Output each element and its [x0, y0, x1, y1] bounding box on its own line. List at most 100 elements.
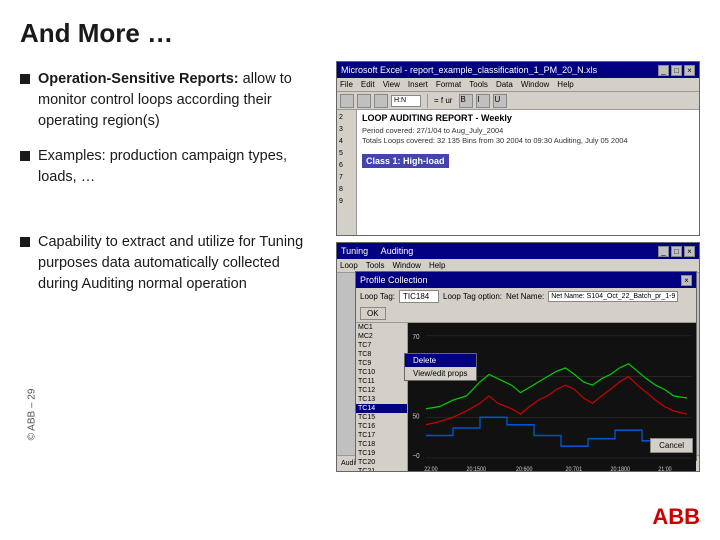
toolbar-btn-3[interactable] — [374, 94, 388, 108]
sidebar-tc7[interactable]: TC7 — [356, 341, 407, 350]
ok-button[interactable]: OK — [360, 307, 386, 320]
profile-collection-dialog: Profile Collection × Loop Tag: TIC184 Lo… — [355, 271, 697, 461]
svg-text:22:00: 22:00 — [424, 467, 438, 472]
cell-ref[interactable]: H:N — [391, 95, 421, 107]
context-menu-delete[interactable]: Delete — [405, 354, 476, 367]
bullet-item-2: Examples: production campaign types, loa… — [20, 146, 320, 188]
cancel-btn-area: Cancel — [650, 435, 693, 453]
inner-main-area: Delete View/edit props MC1 MC2 TC7 TC8 T… — [356, 323, 696, 472]
sidebar-tc8[interactable]: TC8 — [356, 350, 407, 359]
sidebar-tc20[interactable]: TC20 — [356, 458, 407, 467]
cancel-button[interactable]: Cancel — [650, 438, 693, 453]
sidebar-tc19[interactable]: TC19 — [356, 449, 407, 458]
sidebar-tc18[interactable]: TC18 — [356, 440, 407, 449]
menu-file[interactable]: File — [340, 80, 353, 89]
svg-text:70: 70 — [413, 334, 420, 342]
toolbar-formula: = f ur — [434, 96, 452, 105]
bottom-win-title: Tuning Auditing — [341, 246, 656, 256]
svg-text:21:00: 21:00 — [658, 467, 672, 472]
sidebar-tc12[interactable]: TC12 — [356, 386, 407, 395]
menu-view[interactable]: View — [383, 80, 400, 89]
sidebar-tc17[interactable]: TC17 — [356, 431, 407, 440]
abb-logo: ABB — [652, 504, 700, 530]
slide-container: And More … Operation-Sensitive Reports: … — [0, 0, 720, 540]
bottom-menu-loop[interactable]: Loop — [340, 261, 358, 270]
toolbar-btn-bold[interactable]: B — [459, 94, 473, 108]
sidebar-tc14-selected[interactable]: TC14 — [356, 404, 407, 413]
menu-format[interactable]: Format — [436, 80, 461, 89]
toolbar-btn-underline[interactable]: U — [493, 94, 507, 108]
sidebar-tc16[interactable]: TC16 — [356, 422, 407, 431]
slide-title: And More … — [20, 18, 700, 53]
bullet-item-3: Capability to extract and utilize for Tu… — [20, 232, 320, 295]
svg-text:20:701: 20:701 — [566, 467, 582, 472]
bottom-win-titlebar: Tuning Auditing _ □ × — [337, 243, 699, 259]
sidebar-tc13[interactable]: TC13 — [356, 395, 407, 404]
menu-edit[interactable]: Edit — [361, 80, 375, 89]
menu-help[interactable]: Help — [557, 80, 573, 89]
bottom-menu-tools[interactable]: Tools — [366, 261, 385, 270]
context-menu-viewprops[interactable]: View/edit props — [405, 367, 476, 380]
svg-text:20:1500: 20:1500 — [467, 467, 487, 472]
sidebar-tc15[interactable]: TC15 — [356, 413, 407, 422]
menu-tools[interactable]: Tools — [469, 80, 488, 89]
context-menu: Delete View/edit props — [404, 353, 477, 381]
top-win-titlebar: Microsoft Excel - report_example_classif… — [337, 62, 699, 78]
menu-window[interactable]: Window — [521, 80, 549, 89]
bullet-square-1 — [20, 74, 30, 84]
left-content: Operation-Sensitive Reports: allow to mo… — [20, 69, 320, 472]
sidebar-tc10[interactable]: TC10 — [356, 368, 407, 377]
bottom-win-maximize[interactable]: □ — [671, 246, 682, 257]
bullet-text-2: Examples: production campaign types, loa… — [38, 146, 320, 188]
content-area: Operation-Sensitive Reports: allow to mo… — [20, 69, 700, 472]
bottom-win-close[interactable]: × — [684, 246, 695, 257]
top-win-title: Microsoft Excel - report_example_classif… — [341, 65, 656, 75]
row-numbers: 2 3 4 5 6 7 8 9 — [337, 110, 357, 235]
bullet-text-3: Capability to extract and utilize for Tu… — [38, 232, 320, 295]
right-content: Microsoft Excel - report_example_classif… — [336, 61, 700, 472]
net-name-field[interactable]: Net Name: S104_Oct_22_Batch_pr_1-9 — [548, 291, 678, 302]
svg-text:~0: ~0 — [413, 453, 420, 461]
menu-insert[interactable]: Insert — [408, 80, 428, 89]
menu-data[interactable]: Data — [496, 80, 513, 89]
report-line-1: Period covered: 27/1/04 to Aug_July_2004 — [362, 126, 694, 136]
sidebar-mc2[interactable]: MC2 — [356, 332, 407, 341]
loop-sidebar: MC1 MC2 TC7 TC8 TC9 TC10 TC11 TC12 TC13 … — [356, 323, 408, 472]
bullet-square-2 — [20, 151, 30, 161]
bullet-text-1: Operation-Sensitive Reports: allow to mo… — [38, 69, 320, 132]
sidebar-tc11[interactable]: TC11 — [356, 377, 407, 386]
sidebar-tc9[interactable]: TC9 — [356, 359, 407, 368]
svg-text:20:600: 20:600 — [516, 467, 533, 472]
inner-win-close[interactable]: × — [681, 275, 692, 286]
bullet-square-3 — [20, 237, 30, 247]
bottom-menu-help[interactable]: Help — [429, 261, 445, 270]
screenshot-bottom: Tuning Auditing _ □ × Loop Tools Window … — [336, 242, 700, 472]
loop-tag-label: Loop Tag: — [360, 292, 395, 301]
toolbar-btn-2[interactable] — [357, 94, 371, 108]
net-name-label: Net Name: — [506, 292, 544, 301]
loop-option-label: Loop Tag option: — [443, 292, 502, 301]
chart-line-blue — [426, 417, 687, 446]
toolbar-btn-italic[interactable]: I — [476, 94, 490, 108]
bullet-bold-1: Operation-Sensitive Reports: — [38, 71, 239, 87]
inner-title: Profile Collection — [360, 275, 679, 285]
bottom-win-minimize[interactable]: _ — [658, 246, 669, 257]
toolbar-btn-1[interactable] — [340, 94, 354, 108]
report-line-2: Totals Loops covered: 32 135 Bins from 3… — [362, 136, 694, 146]
page-number: © ABB – 29 — [26, 389, 37, 441]
sidebar-mc1[interactable]: MC1 — [356, 323, 407, 332]
sidebar-tc21[interactable]: TC21 — [356, 467, 407, 472]
top-win-maximize[interactable]: □ — [671, 65, 682, 76]
inner-titlebar: Profile Collection × — [356, 272, 696, 288]
top-win-toolbar: H:N = f ur B I U — [337, 92, 699, 110]
report-title: LOOP AUDITING REPORT - Weekly — [362, 113, 694, 123]
bottom-menu-window[interactable]: Window — [392, 261, 420, 270]
svg-text:50: 50 — [413, 413, 420, 421]
tag-name-field[interactable]: TIC184 — [399, 290, 439, 303]
top-win-minimize[interactable]: _ — [658, 65, 669, 76]
top-win-close[interactable]: × — [684, 65, 695, 76]
top-win-menubar: File Edit View Insert Format Tools Data … — [337, 78, 699, 92]
screenshot-top: Microsoft Excel - report_example_classif… — [336, 61, 700, 236]
excel-content: LOOP AUDITING REPORT - Weekly Period cov… — [357, 110, 699, 235]
svg-text:20:1800: 20:1800 — [611, 467, 631, 472]
